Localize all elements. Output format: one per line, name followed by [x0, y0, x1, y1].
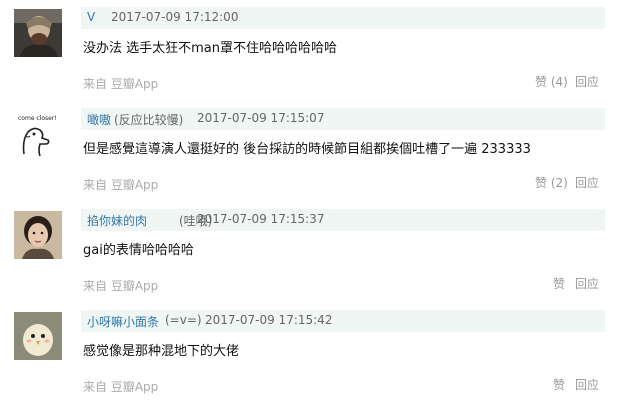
source-app-link[interactable]: 豆瓣App: [111, 380, 158, 394]
comment-item: come closer! 噉嗷 (反应比较慢) 2017-07-09 17:15…: [0, 101, 640, 202]
comment-header: 小呀嘛小面条 (=v=) 2017-07-09 17:15:42: [81, 310, 605, 332]
comment-text: 但是感覺這導演人還挺好的 後台採訪的時候節目組都挨個吐槽了一遍 233333: [83, 142, 531, 157]
man-portrait-avatar[interactable]: [14, 9, 62, 57]
author-signature: (反应比较慢): [114, 113, 184, 127]
comment-time: 2017-07-09 17:15:07: [197, 111, 325, 125]
comment-time: 2017-07-09 17:12:00: [111, 10, 239, 24]
author-signature: (=v=): [165, 313, 202, 327]
comment-header: V 2017-07-09 17:12:00: [81, 7, 605, 29]
source-app-link[interactable]: 豆瓣App: [111, 279, 158, 293]
author-name[interactable]: 噉嗷: [87, 111, 111, 128]
comment-time: 2017-07-09 17:15:37: [197, 212, 325, 226]
comment-item: V 2017-07-09 17:12:00 没办法 选手太狂不man罩不住哈哈哈…: [0, 0, 640, 101]
source-prefix: 来自: [83, 178, 108, 192]
source-app-link[interactable]: 豆瓣App: [111, 178, 158, 192]
reply-button[interactable]: 回应: [575, 73, 599, 90]
bird-avatar[interactable]: [14, 312, 62, 360]
comment-text: 没办法 选手太狂不man罩不住哈哈哈哈哈哈: [83, 41, 338, 56]
author-name[interactable]: 掐你妹的肉: [87, 212, 147, 229]
source-prefix: 来自: [83, 77, 108, 91]
source-prefix: 来自: [83, 380, 108, 394]
comment-source: 来自 豆瓣App: [83, 75, 158, 92]
source-app-link[interactable]: 豆瓣App: [111, 77, 158, 91]
comment-item: 掐你妹的肉 (哇哦) 2017-07-09 17:15:37 gai的表情哈哈哈…: [0, 202, 640, 303]
comment-header: 噉嗷 (反应比较慢) 2017-07-09 17:15:07: [81, 108, 605, 130]
reply-button[interactable]: 回应: [575, 275, 599, 292]
comment-source: 来自 豆瓣App: [83, 176, 158, 193]
comment-header: 掐你妹的肉 (哇哦) 2017-07-09 17:15:37: [81, 209, 605, 231]
comment-text: gai的表情哈哈哈哈: [83, 243, 194, 258]
author-name[interactable]: V: [87, 10, 95, 24]
comment-text: 感觉像是那种混地下的大佬: [83, 344, 240, 359]
like-button[interactable]: 赞: [553, 275, 565, 292]
comment-time: 2017-07-09 17:15:42: [205, 313, 333, 327]
reply-button[interactable]: 回应: [575, 174, 599, 191]
avatar-caption: come closer!: [18, 115, 57, 122]
reply-button[interactable]: 回应: [575, 376, 599, 393]
woman-portrait-avatar[interactable]: [14, 211, 62, 259]
comment-source: 来自 豆瓣App: [83, 378, 158, 395]
like-button[interactable]: 赞 (4): [535, 73, 568, 90]
source-prefix: 来自: [83, 279, 108, 293]
author-name[interactable]: 小呀嘛小面条: [87, 313, 159, 330]
cartoon-sketch-avatar[interactable]: come closer!: [14, 110, 62, 158]
like-button[interactable]: 赞 (2): [535, 174, 568, 191]
comment-item: 小呀嘛小面条 (=v=) 2017-07-09 17:15:42 感觉像是那种混…: [0, 303, 640, 404]
like-button[interactable]: 赞: [553, 376, 565, 393]
comment-source: 来自 豆瓣App: [83, 277, 158, 294]
